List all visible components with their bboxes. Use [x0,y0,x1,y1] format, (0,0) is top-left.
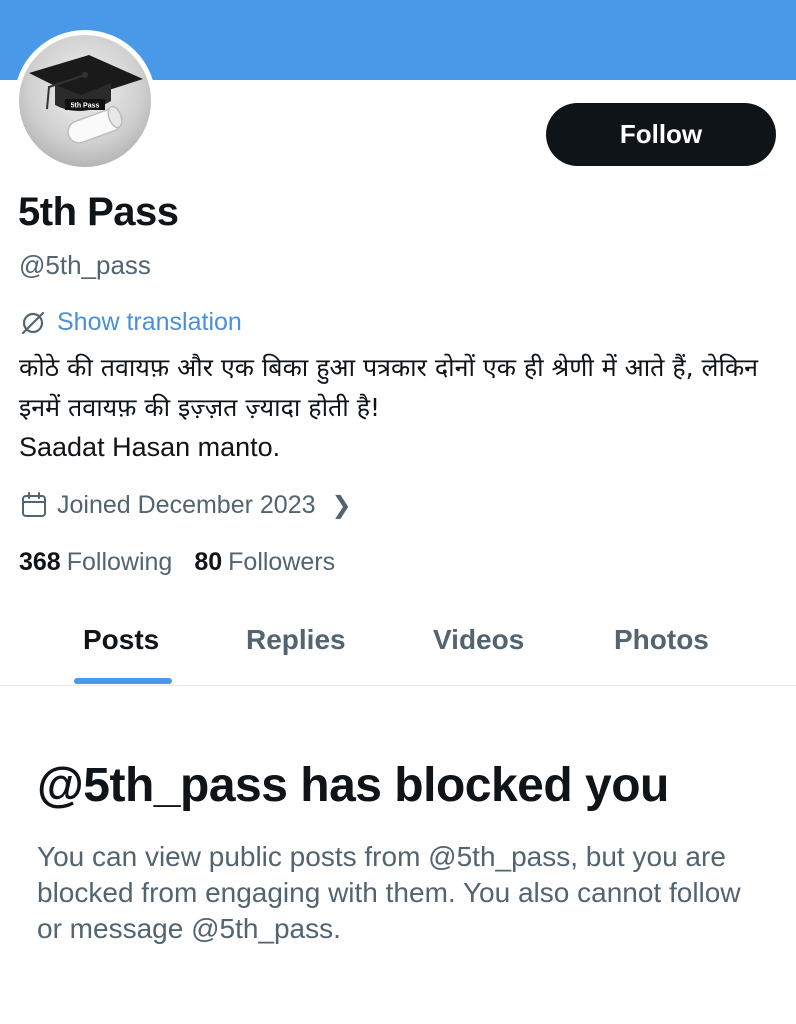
profile-tabs: Posts Replies Videos Photos [0,610,796,686]
follow-button[interactable]: Follow [546,103,776,166]
profile-handle: @5th_pass [19,250,151,280]
tab-posts[interactable]: Posts [83,624,159,656]
followers-count: 80 [194,548,223,576]
active-tab-indicator [74,678,172,684]
joined-text: Joined December 2023 [57,490,316,519]
blocked-message: You can view public posts from @5th_pass… [37,841,741,944]
graduation-cap-icon: 5th Pass [29,55,143,144]
profile-name: 5th Pass [18,190,179,234]
calendar-icon [22,492,46,517]
blocked-title: @5th_pass has blocked you [37,759,669,812]
following-label: Following [66,548,173,576]
following-count: 368 [19,548,61,576]
avatar-image: 5th Pass [19,35,151,167]
following-link[interactable]: 368 Following [19,548,172,577]
followers-label: Followers [228,548,336,576]
chevron-right-icon: ❯ [331,491,352,519]
tab-videos[interactable]: Videos [433,624,524,656]
joined-date[interactable]: Joined December 2023 ❯ [19,490,352,520]
tab-replies[interactable]: Replies [246,624,346,656]
avatar[interactable]: 5th Pass [14,30,156,172]
translate-icon [21,311,45,334]
follow-stats: 368 Following 80 Followers [19,548,335,577]
show-translation-label: Show translation [57,308,242,336]
tab-photos[interactable]: Photos [614,624,709,656]
followers-link[interactable]: 80 Followers [194,548,335,577]
profile-bio: कोठे की तवायफ़ और एक बिका हुआ पत्रकार दो… [19,353,759,422]
avatar-label: 5th Pass [71,103,100,110]
profile-bio-author: Saadat Hasan manto. [19,432,281,462]
show-translation-link[interactable]: Show translation [19,308,242,337]
